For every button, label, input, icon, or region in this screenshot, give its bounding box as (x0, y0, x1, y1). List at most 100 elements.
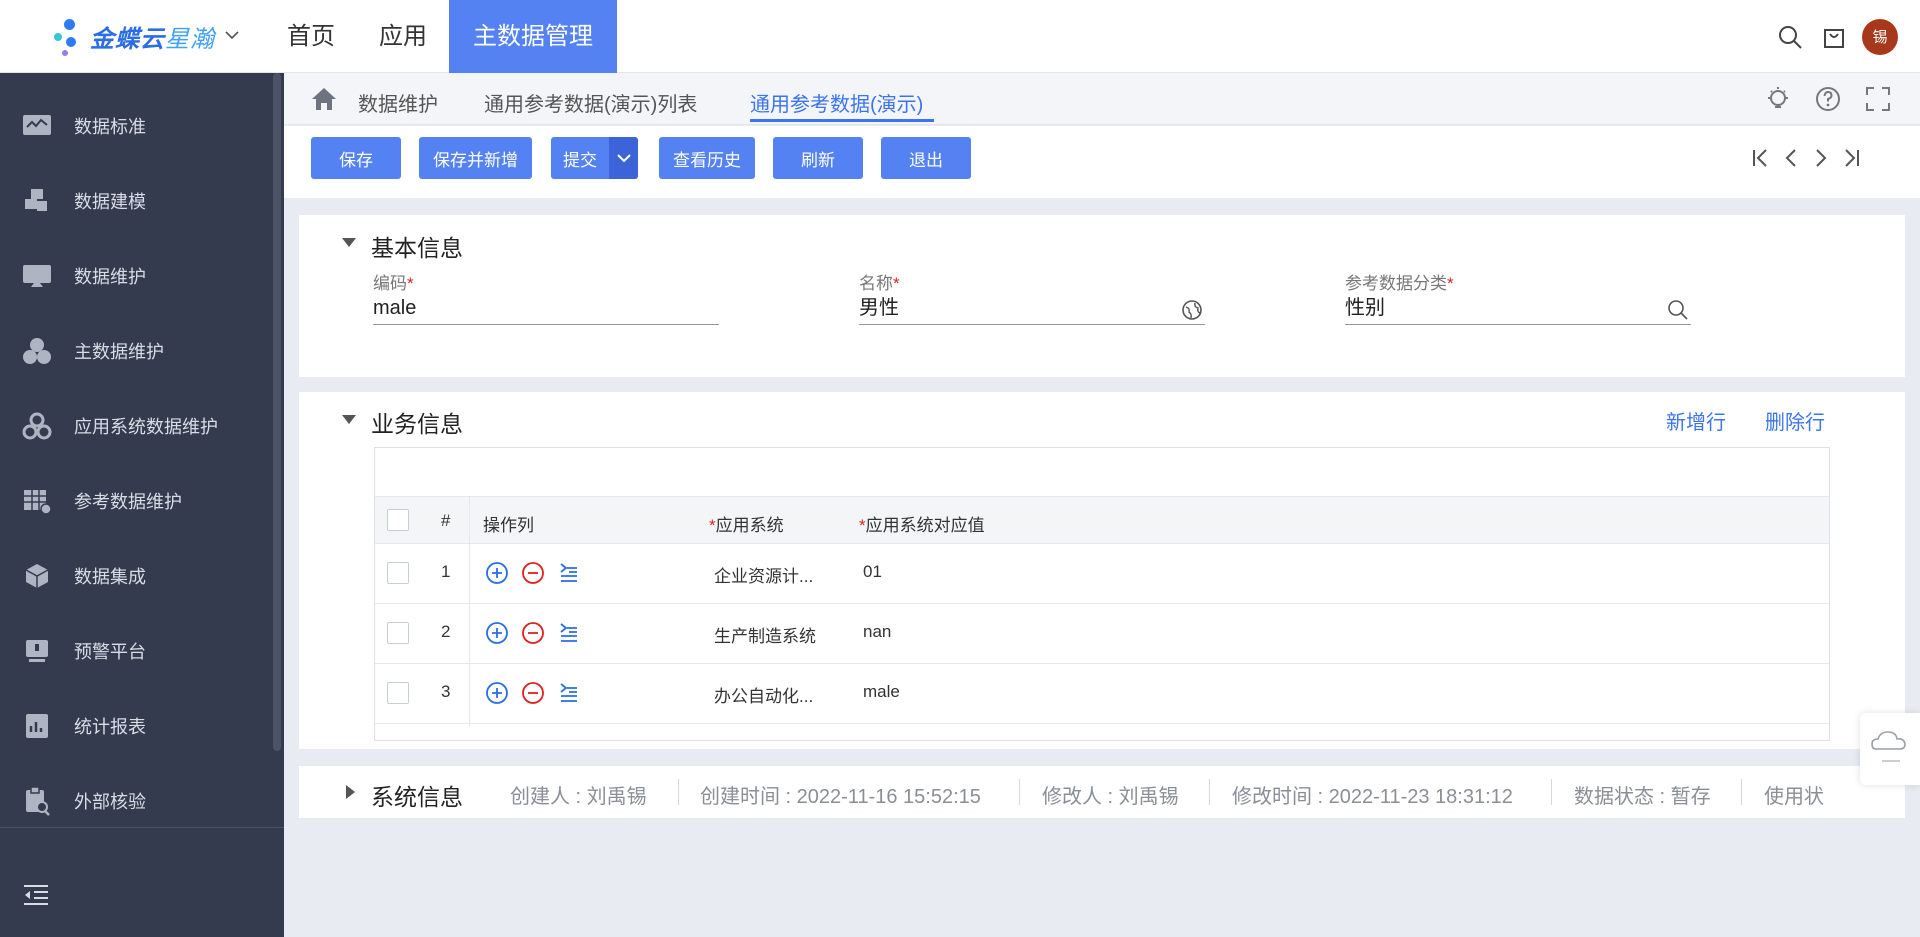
category-input[interactable]: 性别 (1345, 291, 1691, 325)
name-input[interactable]: 男性 (859, 291, 1205, 325)
remove-circle-icon[interactable] (521, 561, 545, 585)
app-system-cell[interactable]: 生产制造系统 (714, 622, 816, 647)
col-app-value[interactable]: *应用系统对应值 (859, 511, 985, 536)
sidebar-item-statistics[interactable]: 统计报表 (0, 696, 270, 756)
exit-button[interactable]: 退出 (881, 137, 971, 179)
save-and-new-button[interactable]: 保存并新增 (419, 137, 532, 179)
logo-mark-icon (50, 11, 90, 61)
column-divider (469, 496, 470, 726)
sidebar-item-alert-platform[interactable]: 预警平台 (0, 621, 270, 681)
data-status-text: 数据状态 : 暂存 (1574, 786, 1711, 808)
lightbulb-icon[interactable] (1764, 85, 1792, 113)
add-circle-icon[interactable] (485, 621, 509, 645)
search-icon[interactable] (1768, 0, 1812, 73)
insert-row-icon[interactable] (557, 561, 581, 585)
expand-system-icon[interactable] (346, 785, 355, 799)
separator (1551, 779, 1552, 805)
table-row[interactable]: 2 生产制造系统 nan (375, 604, 1829, 664)
view-history-button[interactable]: 查看历史 (659, 137, 755, 179)
sidebar-item-external-verification[interactable]: 外部核验 (0, 771, 270, 831)
sidebar-item-data-maintenance[interactable]: 数据维护 (0, 246, 270, 306)
category-field: 参考数据分类* 性别 (1345, 269, 1691, 325)
topnav-mdm[interactable]: 主数据管理 (449, 0, 617, 73)
chevron-down-icon[interactable] (225, 27, 239, 45)
row-checkbox[interactable] (387, 562, 409, 584)
usage-status-text: 使用状 (1764, 786, 1824, 808)
app-system-cell[interactable]: 办公自动化... (714, 682, 813, 707)
app-logo[interactable]: 金蝶云星瀚 (50, 0, 265, 73)
table-header: # 操作列 *应用系统 *应用系统对应值 (375, 496, 1829, 544)
prev-record-icon[interactable] (1782, 146, 1800, 170)
remove-circle-icon[interactable] (521, 681, 545, 705)
add-row-link[interactable]: 新增行 (1666, 406, 1726, 435)
fullscreen-icon[interactable] (1864, 85, 1892, 113)
separator (678, 779, 679, 805)
table-row[interactable]: 3 办公自动化... male (375, 664, 1829, 724)
delete-row-link[interactable]: 删除行 (1765, 406, 1825, 435)
shopping-bag-icon[interactable] (1812, 0, 1856, 73)
row-index: 1 (441, 562, 451, 581)
cloud-float-widget[interactable] (1860, 713, 1920, 785)
sidebar-item-label: 预警平台 (74, 642, 146, 662)
sidebar: 数据标准 数据建模 数据维护 主数据维护 应用系统数据维护 参考数据维护 数据集… (0, 73, 284, 937)
help-icon[interactable] (1814, 85, 1842, 113)
monitor-icon (21, 260, 53, 292)
sidebar-item-app-system-data[interactable]: 应用系统数据维护 (0, 396, 270, 456)
topnav-home[interactable]: 首页 (265, 0, 357, 73)
avatar[interactable]: 锡 (1862, 18, 1898, 55)
home-icon[interactable] (310, 85, 338, 113)
active-tab-indicator (750, 119, 934, 122)
top-nav-tabs: 首页 应用 主数据管理 (265, 0, 617, 73)
sidebar-item-data-standard[interactable]: 数据标准 (0, 96, 270, 156)
sidebar-item-label: 主数据维护 (74, 342, 164, 362)
refresh-button[interactable]: 刷新 (773, 137, 863, 179)
add-circle-icon[interactable] (485, 561, 509, 585)
sidebar-item-data-modeling[interactable]: 数据建模 (0, 171, 270, 231)
last-record-icon[interactable] (1842, 146, 1860, 170)
collapse-basic-icon[interactable] (342, 238, 356, 247)
remove-circle-icon[interactable] (521, 621, 545, 645)
sidebar-item-label: 应用系统数据维护 (74, 417, 218, 437)
breadcrumb-ref-list[interactable]: 通用参考数据(演示)列表 (484, 88, 697, 117)
collapse-business-icon[interactable] (342, 415, 356, 424)
sidebar-item-master-data[interactable]: 主数据维护 (0, 321, 270, 381)
insert-row-icon[interactable] (557, 681, 581, 705)
app-value-cell[interactable]: nan (863, 622, 891, 642)
breadcrumb-data-maintenance[interactable]: 数据维护 (358, 88, 438, 117)
row-checkbox[interactable] (387, 682, 409, 704)
name-field: 名称* 男性 (859, 269, 1205, 325)
clipboard-search-icon (21, 785, 53, 817)
select-all-checkbox[interactable] (387, 509, 409, 531)
code-input[interactable]: male (373, 291, 719, 325)
add-circle-icon[interactable] (485, 681, 509, 705)
table-row[interactable]: 1 企业资源计... 01 (375, 544, 1829, 604)
sidebar-item-label: 参考数据维护 (74, 492, 182, 512)
business-info-title: 业务信息 (371, 411, 463, 437)
app-system-cell[interactable]: 企业资源计... (714, 562, 813, 587)
topnav-apps[interactable]: 应用 (357, 0, 449, 73)
submit-button[interactable]: 提交 (551, 137, 609, 179)
save-button[interactable]: 保存 (311, 137, 401, 179)
row-checkbox[interactable] (387, 622, 409, 644)
col-app-system[interactable]: *应用系统 (709, 511, 784, 536)
submit-dropdown-icon[interactable] (609, 137, 638, 179)
next-record-icon[interactable] (1812, 146, 1830, 170)
sidebar-scrollbar[interactable] (273, 73, 281, 751)
insert-row-icon[interactable] (557, 621, 581, 645)
logo-text: 金蝶云星瀚 (90, 25, 215, 53)
row-index: 2 (441, 622, 451, 641)
breadcrumb: 数据维护 通用参考数据(演示)列表 通用参考数据(演示) (284, 73, 1920, 125)
first-record-icon[interactable] (1752, 146, 1770, 170)
cloud-icon (1871, 731, 1906, 762)
breadcrumb-ref-detail[interactable]: 通用参考数据(演示) (750, 88, 923, 117)
name-value: 男性 (859, 297, 899, 319)
sidebar-item-reference-data[interactable]: 参考数据维护 (0, 471, 270, 531)
chart-monitor-icon (21, 110, 53, 142)
sidebar-item-data-integration[interactable]: 数据集成 (0, 546, 270, 606)
collapse-sidebar-icon[interactable] (22, 883, 54, 915)
search-icon[interactable] (1667, 298, 1689, 320)
app-value-cell[interactable]: male (863, 682, 900, 702)
app-value-cell[interactable]: 01 (863, 562, 882, 582)
globe-icon[interactable] (1181, 298, 1203, 320)
modified-at-text: 修改时间 : 2022-11-23 18:31:12 (1232, 786, 1513, 808)
